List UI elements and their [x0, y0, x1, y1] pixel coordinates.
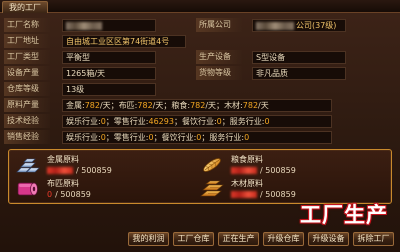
- demolish-factory-button[interactable]: 拆除工厂: [353, 232, 394, 246]
- company-label: 所属公司: [196, 18, 242, 32]
- raw-value: 782: [84, 101, 100, 110]
- row-raw-output: 原料产量 金属:782/天；布匹:782/天；粮食:782/天；木材:782/天: [0, 98, 400, 112]
- upgrade-warehouse-button[interactable]: 升级仓库: [263, 232, 304, 246]
- raw-name: 布匹:: [118, 101, 138, 110]
- warehouse-label: 仓库等级: [4, 82, 50, 96]
- material-max: / 500859: [76, 166, 112, 175]
- materials-box: 金属原料 / 500859 粮食原料 / 500859 布匹原料 0 / 500…: [8, 149, 392, 204]
- sales-sep: ；: [105, 133, 114, 142]
- tech-sep: ；: [221, 117, 230, 126]
- output-value: 1265箱/天: [62, 67, 156, 80]
- material-count: / 500859: [231, 166, 296, 175]
- address-value: 自由城工业区区第74街道4号: [62, 35, 186, 48]
- wood-planks-icon: [199, 179, 225, 199]
- raw-sep: /天；: [152, 101, 172, 110]
- row-output: 设备产量 1265箱/天 货物等级 非凡品质: [0, 66, 400, 80]
- sales-name: 服务行业:: [209, 133, 245, 142]
- raw-value: 782: [242, 101, 259, 110]
- fabric-roll-icon: [15, 179, 41, 199]
- tab-my-factory[interactable]: 我的工厂: [2, 1, 48, 13]
- sales-exp-label: 销售经验: [4, 130, 50, 144]
- material-max: / 500859: [260, 190, 296, 199]
- raw-output-label: 原料产量: [4, 98, 50, 112]
- factory-name-value: [62, 19, 156, 32]
- tech-value: 0: [264, 117, 270, 126]
- grade-label: 货物等级: [196, 66, 242, 80]
- raw-name: 粮食:: [171, 101, 191, 110]
- equipment-value: S型设备: [252, 51, 346, 64]
- material-name: 布匹原料: [47, 179, 79, 188]
- row-type: 工厂类型 平衡型 生产设备 S型设备: [0, 50, 400, 64]
- row-factory-name: 工厂名称 所属公司 公司(37级): [0, 18, 400, 32]
- type-value: 平衡型: [62, 51, 156, 64]
- company-level: 公司(37级): [296, 21, 337, 30]
- output-label: 设备产量: [4, 66, 50, 80]
- my-profit-button[interactable]: 我的利润: [128, 232, 169, 246]
- sales-sep: ；: [153, 133, 162, 142]
- row-tech-exp: 技术经验 娱乐行业:0；零售行业:46293；餐饮行业:0；服务行业:0: [0, 114, 400, 128]
- row-warehouse: 仓库等级 13级: [0, 82, 400, 96]
- raw-sep: /天；: [99, 101, 119, 110]
- material-current: 0: [47, 190, 53, 199]
- row-sales-exp: 销售经验 娱乐行业:0；零售行业:0；餐饮行业:0；服务行业:0: [0, 130, 400, 144]
- upgrade-equipment-button[interactable]: 升级设备: [308, 232, 349, 246]
- tech-sep: ；: [173, 117, 182, 126]
- material-name: 粮食原料: [231, 155, 263, 164]
- raw-name: 木材:: [224, 101, 243, 110]
- raw-output-value: 金属:782/天；布匹:782/天；粮食:782/天；木材:782/天: [62, 99, 332, 112]
- sales-exp-value: 娱乐行业:0；零售行业:0；餐饮行业:0；服务行业:0: [62, 131, 332, 144]
- blurred-company-name: [256, 21, 294, 30]
- material-metal[interactable]: 金属原料 / 500859: [15, 154, 195, 176]
- factory-panel: 我的工厂 工厂名称 所属公司 公司(37级) 工厂地址 自由城工业区区第74街道…: [0, 0, 400, 252]
- raw-sep: /天；: [205, 101, 225, 110]
- row-address: 工厂地址 自由城工业区区第74街道4号: [0, 34, 400, 48]
- tech-value: 46293: [148, 117, 174, 126]
- tech-sep: ；: [105, 117, 114, 126]
- material-name: 木材原料: [231, 179, 263, 188]
- material-count: / 500859: [47, 166, 112, 175]
- panel-header: 我的工厂: [0, 0, 400, 13]
- tech-name: 服务行业:: [229, 117, 265, 126]
- blurred-material-current: [231, 191, 257, 198]
- metal-ingot-icon: [15, 155, 41, 175]
- raw-value: 782: [137, 101, 153, 110]
- material-count: 0/ 500859: [47, 190, 91, 199]
- tech-name: 零售行业:: [113, 117, 149, 126]
- material-fabric[interactable]: 布匹原料 0/ 500859: [15, 178, 195, 200]
- grade-value: 非凡品质: [252, 67, 346, 80]
- material-name: 金属原料: [47, 155, 79, 164]
- factory-warehouse-button[interactable]: 工厂仓库: [173, 232, 214, 246]
- sales-value: 0: [244, 133, 250, 142]
- raw-name: 金属:: [66, 101, 85, 110]
- factory-production-caption: 工厂生产: [300, 203, 388, 227]
- tech-name: 娱乐行业:: [66, 117, 101, 126]
- grain-icon: [199, 155, 225, 175]
- address-label: 工厂地址: [4, 34, 50, 48]
- sales-name: 餐饮行业:: [161, 133, 197, 142]
- material-count: / 500859: [231, 190, 296, 199]
- material-wood[interactable]: 木材原料 / 500859: [199, 178, 379, 200]
- material-max: / 500859: [260, 166, 296, 175]
- material-max: / 500859: [55, 190, 91, 199]
- sales-name: 零售行业:: [113, 133, 149, 142]
- tech-exp-value: 娱乐行业:0；零售行业:46293；餐饮行业:0；服务行业:0: [62, 115, 332, 128]
- sales-name: 娱乐行业:: [66, 133, 101, 142]
- type-label: 工厂类型: [4, 50, 50, 64]
- raw-value: 782: [190, 101, 206, 110]
- tech-exp-label: 技术经验: [4, 114, 50, 128]
- in-production-button[interactable]: 正在生产: [218, 232, 259, 246]
- tech-name: 餐饮行业:: [181, 117, 217, 126]
- material-grain[interactable]: 粮食原料 / 500859: [199, 154, 379, 176]
- blurred-material-current: [47, 167, 73, 174]
- factory-name-label: 工厂名称: [4, 18, 50, 32]
- blurred-factory-name: [66, 21, 102, 30]
- raw-sep: /天: [258, 101, 269, 110]
- company-value: 公司(37级): [252, 19, 346, 32]
- equipment-label: 生产设备: [196, 50, 242, 64]
- warehouse-value: 13级: [62, 83, 156, 96]
- blurred-material-current: [231, 167, 257, 174]
